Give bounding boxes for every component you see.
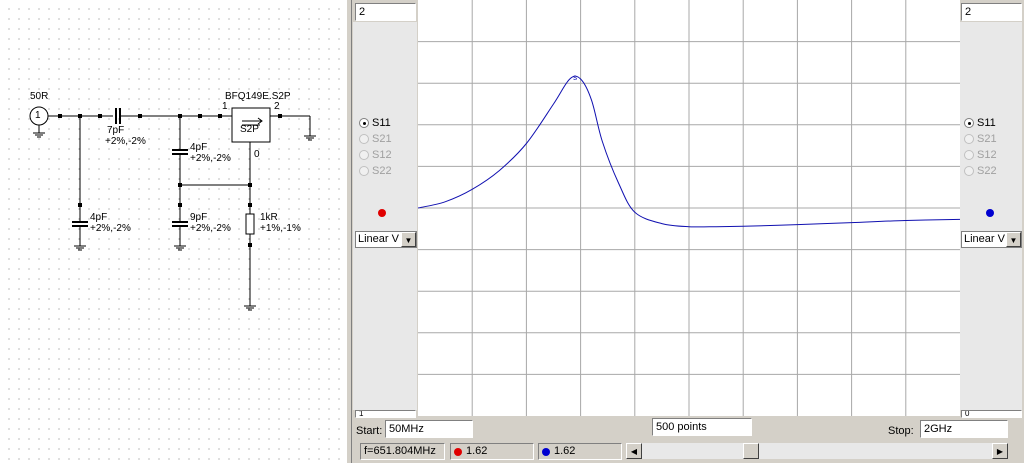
c-shunt2-tol: +2%,-2% <box>190 153 231 164</box>
radio-button-icon <box>964 150 974 160</box>
radio-button-icon <box>964 134 974 144</box>
radio-button-icon <box>359 150 369 160</box>
schematic-canvas[interactable]: 1 50R 7pF +2%,-2% 4pF +2%,-2% 4pF +2%,-2… <box>0 0 346 463</box>
c-shunt3-tol: +2%,-2% <box>190 223 231 234</box>
chevron-down-icon[interactable]: ▼ <box>1006 232 1021 247</box>
left-param-s21: S21 <box>359 132 392 146</box>
c-shunt3-value: 9pF <box>190 212 208 223</box>
response-plot[interactable]: s <box>418 0 960 416</box>
left-param-s22: S22 <box>359 164 392 178</box>
r-shunt-tol: +1%,-1% <box>260 223 301 234</box>
start-label: Start: <box>356 425 383 437</box>
right-param-label: S12 <box>977 149 997 161</box>
transistor-pin2: 2 <box>274 101 280 112</box>
c-shunt1-value: 4pF <box>90 212 108 223</box>
left-param-label: S22 <box>372 165 392 177</box>
scroll-right-button[interactable]: ▶ <box>992 443 1008 459</box>
left-param-label: S21 <box>372 133 392 145</box>
right-param-label: S22 <box>977 165 997 177</box>
stop-input[interactable]: 2GHz <box>920 420 1008 438</box>
right-param-label: S21 <box>977 133 997 145</box>
left-param-label: S12 <box>372 149 392 161</box>
left-scale-bottom-field[interactable]: 1 <box>355 410 416 418</box>
r-shunt-value: 1kR <box>260 212 278 223</box>
right-mode-value: Linear V <box>964 233 1005 245</box>
left-param-s11[interactable]: S11 <box>359 116 391 130</box>
transistor-block-label: S2P <box>240 124 259 135</box>
radio-button-icon <box>359 134 369 144</box>
scroll-left-button[interactable]: ◀ <box>626 443 642 459</box>
points-input[interactable]: 500 points <box>652 418 752 436</box>
transistor-pin1: 1 <box>222 101 228 112</box>
scroll-thumb[interactable] <box>743 443 759 459</box>
left-scale-top-field[interactable]: 2 <box>355 3 416 21</box>
c-shunt2-value: 4pF <box>190 142 208 153</box>
right-param-s12: S12 <box>964 148 997 162</box>
c-series-tol: +2%,-2% <box>105 136 146 147</box>
port-label: 50R <box>30 91 49 102</box>
left-value-text: 1.62 <box>466 445 488 457</box>
left-parameter-panel: S11 S21 S12 S22 <box>353 22 417 410</box>
radio-button-icon[interactable] <box>359 118 369 128</box>
right-value-readout: 1.62 <box>538 443 622 460</box>
radio-button-icon <box>964 166 974 176</box>
radio-button-icon[interactable] <box>964 118 974 128</box>
right-scale-top-field[interactable]: 2 <box>961 3 1022 21</box>
transistor-pin0: 0 <box>254 149 260 160</box>
right-mode-select[interactable]: Linear V ▼ <box>961 231 1022 248</box>
right-param-s11[interactable]: S11 <box>964 116 996 130</box>
right-parameter-panel: S11 S21 S12 S22 <box>958 22 1022 410</box>
left-param-label: S11 <box>372 117 391 129</box>
left-marker-dot <box>378 209 386 217</box>
pane-splitter[interactable] <box>346 0 352 463</box>
left-mode-select[interactable]: Linear V ▼ <box>355 231 417 248</box>
transistor-name: BFQ149E.S2P <box>225 91 291 102</box>
radio-button-icon <box>359 166 369 176</box>
right-param-label: S11 <box>977 117 996 129</box>
left-mode-value: Linear V <box>358 233 399 245</box>
right-param-s22: S22 <box>964 164 997 178</box>
frequency-scrollbar[interactable]: ◀ ▶ <box>626 443 1008 459</box>
left-param-s12: S12 <box>359 148 392 162</box>
stop-label: Stop: <box>888 425 914 437</box>
right-value-dot <box>542 447 550 456</box>
port-number: 1 <box>35 110 41 121</box>
peak-marker-label: s <box>573 73 577 82</box>
right-marker-dot <box>986 209 994 217</box>
chevron-down-icon[interactable]: ▼ <box>401 232 416 247</box>
left-value-readout: 1.62 <box>450 443 534 460</box>
right-scale-bottom-field[interactable]: 0 <box>961 410 1022 418</box>
c-shunt1-tol: +2%,-2% <box>90 223 131 234</box>
c-series-value: 7pF <box>107 125 125 136</box>
right-param-s21: S21 <box>964 132 997 146</box>
left-value-dot <box>454 447 462 456</box>
right-value-text: 1.62 <box>554 445 576 457</box>
start-input[interactable]: 50MHz <box>385 420 473 438</box>
frequency-readout: f=651.804MHz <box>360 443 445 460</box>
